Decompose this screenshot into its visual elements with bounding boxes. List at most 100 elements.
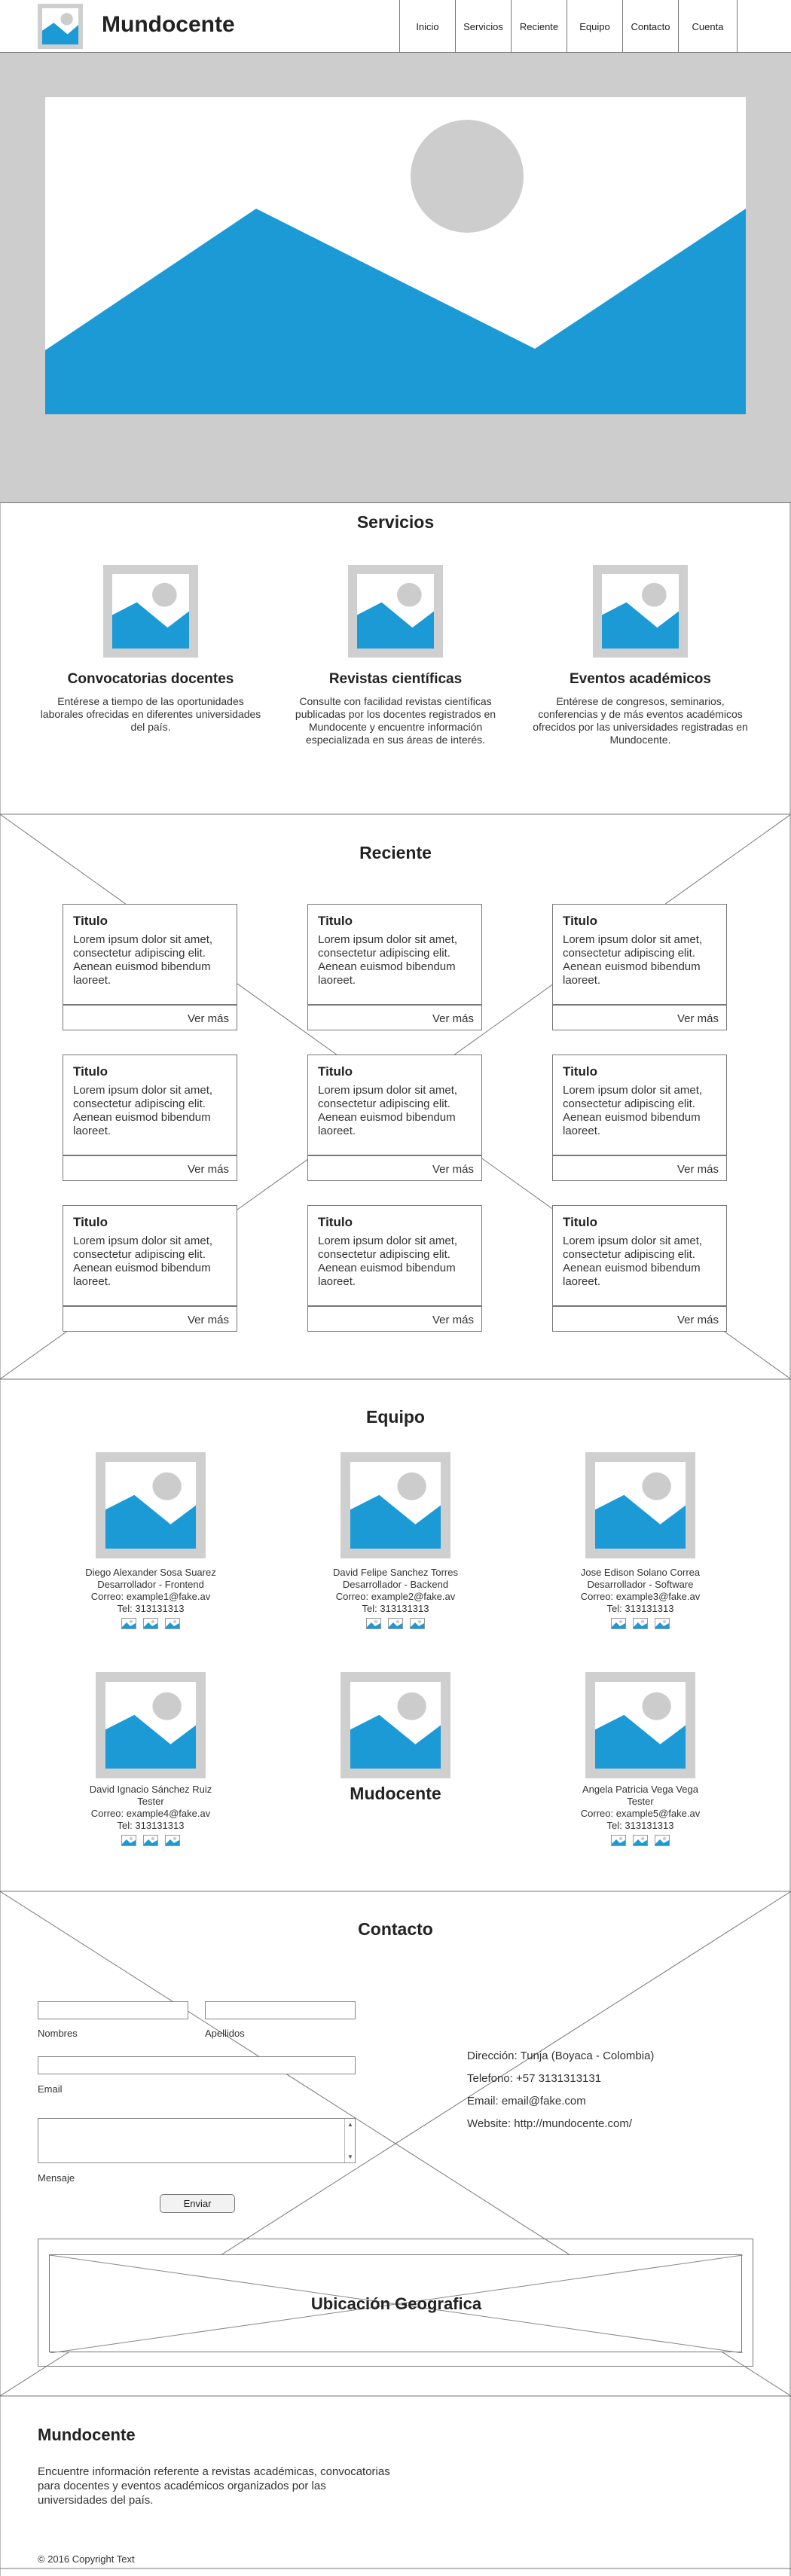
card-body: Lorem ipsum dolor sit amet, consectetur … [563,1084,703,1137]
ver-mas-link[interactable]: Ver más [432,1012,474,1025]
member-email: Correo: example4@fake.av [90,1808,211,1819]
card-title: Titulo [563,1064,597,1079]
contact-email: Email: email@fake.com [467,2095,586,2107]
card-body: Lorem ipsum dolor sit amet, consectetur … [318,1235,458,1288]
nav-contacto[interactable]: Contacto [622,0,678,53]
member-phone: Tel: 313131313 [362,1603,429,1614]
member-photo-icon [96,1672,206,1778]
nav-cuenta[interactable]: Cuenta [678,0,737,53]
email-input[interactable] [38,2056,356,2074]
social-image-icon[interactable] [611,1835,626,1846]
email-label: Email [38,2083,63,2095]
ver-mas-link[interactable]: Ver más [188,1314,229,1326]
contact-address: Dirección: Tunja (Boyaca - Colombia) [467,2050,655,2062]
member-email: Correo: example5@fake.av [580,1808,701,1819]
message-textarea[interactable]: ▲ ▼ [38,2118,356,2163]
service-image-icon [593,565,688,658]
card-footer: Ver más [552,1004,727,1030]
last-name-input[interactable] [205,2001,356,2019]
nav-blank [737,0,791,53]
member-role: Desarrollador - Software [587,1579,694,1590]
member-name: Diego Alexander Sosa Suarez [85,1567,216,1578]
ver-mas-link[interactable]: Ver más [432,1314,474,1326]
ver-mas-link[interactable]: Ver más [188,1012,229,1025]
team-center-label: Mudocente [350,1784,441,1803]
member-phone: Tel: 313131313 [117,1603,185,1614]
recent-card: Titulo Lorem ipsum dolor sit amet, consec… [307,904,482,1030]
member-photo-icon [341,1672,450,1778]
card-body: Lorem ipsum dolor sit amet, consectetur … [73,933,213,987]
recent-card: Titulo Lorem ipsum dolor sit amet, consec… [552,904,727,1030]
social-image-icon[interactable] [633,1618,648,1629]
recent-card: Titulo Lorem ipsum dolor sit amet, consec… [63,904,237,1030]
member-name: Angela Patricia Vega Vega [582,1784,698,1795]
card-body: Lorem ipsum dolor sit amet, consectetur … [563,933,703,987]
service-title: Eventos académicos [570,671,711,687]
logo-image-icon[interactable] [38,4,83,49]
first-name-label: Nombres [38,2028,78,2039]
social-image-icon[interactable] [121,1835,136,1846]
message-label: Mensaje [38,2172,75,2184]
scroll-down-icon[interactable]: ▼ [347,2153,353,2160]
card-footer: Ver más [63,1305,237,1332]
social-image-icon[interactable] [165,1835,180,1846]
ver-mas-link[interactable]: Ver más [677,1314,719,1326]
member-name: David Ignacio Sánchez Ruiz [89,1784,212,1795]
member-role: Desarrollador - Frontend [97,1579,204,1590]
map-container[interactable]: Ubicación Geografica [38,2239,753,2367]
member-info: David Ignacio Sánchez Ruiz Tester Correo: … [30,1784,271,1832]
member-email: Correo: example3@fake.av [580,1591,701,1602]
map-placeholder: Ubicación Geografica [49,2254,743,2353]
member-name: Jose Edison Solano Correa [580,1567,701,1578]
social-image-icon[interactable] [611,1618,626,1629]
hero-banner [0,53,791,503]
member-social-links [121,1618,180,1629]
social-image-icon[interactable] [655,1835,670,1846]
last-name-label: Apellidos [205,2028,245,2039]
card-title: Titulo [73,1215,108,1229]
footer-title: Mundocente [38,2425,136,2444]
scroll-up-icon[interactable]: ▲ [347,2121,353,2128]
ver-mas-link[interactable]: Ver más [432,1163,474,1176]
card-footer: Ver más [307,1155,482,1181]
brand-name[interactable]: Mundocente [102,12,235,38]
member-phone: Tel: 313131313 [606,1603,674,1614]
card-title: Titulo [563,1215,597,1229]
nav-servicios[interactable]: Servicios [455,0,511,53]
member-role: Tester [627,1796,654,1807]
card-title: Titulo [73,1064,108,1079]
card-body: Lorem ipsum dolor sit amet, consectetur … [318,933,458,987]
social-image-icon[interactable] [655,1618,670,1629]
card-title: Titulo [73,914,108,928]
card-footer: Ver más [307,1004,482,1030]
social-image-icon[interactable] [143,1618,158,1629]
send-button[interactable]: Enviar [160,2194,235,2213]
contact-title: Contacto [358,1919,433,1939]
recent-card: Titulo Lorem ipsum dolor sit amet, consec… [307,1205,482,1332]
social-image-icon[interactable] [410,1618,425,1629]
social-image-icon[interactable] [143,1835,158,1846]
nav-equipo[interactable]: Equipo [567,0,622,53]
ver-mas-link[interactable]: Ver más [677,1163,719,1176]
first-name-input[interactable] [38,2001,188,2019]
nav-inicio[interactable]: Inicio [399,0,455,53]
social-image-icon[interactable] [388,1618,403,1629]
member-social-links [611,1618,670,1629]
ver-mas-link[interactable]: Ver más [188,1163,229,1176]
card-footer: Ver más [63,1155,237,1181]
social-image-icon[interactable] [366,1618,381,1629]
textarea-scrollbar[interactable]: ▲ ▼ [344,2119,355,2162]
site-header: Mundocente Inicio Servicios Reciente Equ… [0,0,791,53]
ver-mas-link[interactable]: Ver más [677,1012,719,1025]
card-footer: Ver más [63,1004,237,1030]
nav-reciente[interactable]: Reciente [511,0,567,53]
member-photo-icon [341,1452,450,1558]
member-photo-icon [96,1452,206,1558]
social-image-icon[interactable] [633,1835,648,1846]
recent-card: Titulo Lorem ipsum dolor sit amet, consec… [552,1055,727,1181]
recent-card: Titulo Lorem ipsum dolor sit amet, consec… [63,1055,237,1181]
social-image-icon[interactable] [121,1618,136,1629]
social-image-icon[interactable] [165,1618,180,1629]
member-info: Angela Patricia Vega Vega Tester Correo: e… [520,1784,761,1832]
member-role: Tester [137,1796,164,1807]
